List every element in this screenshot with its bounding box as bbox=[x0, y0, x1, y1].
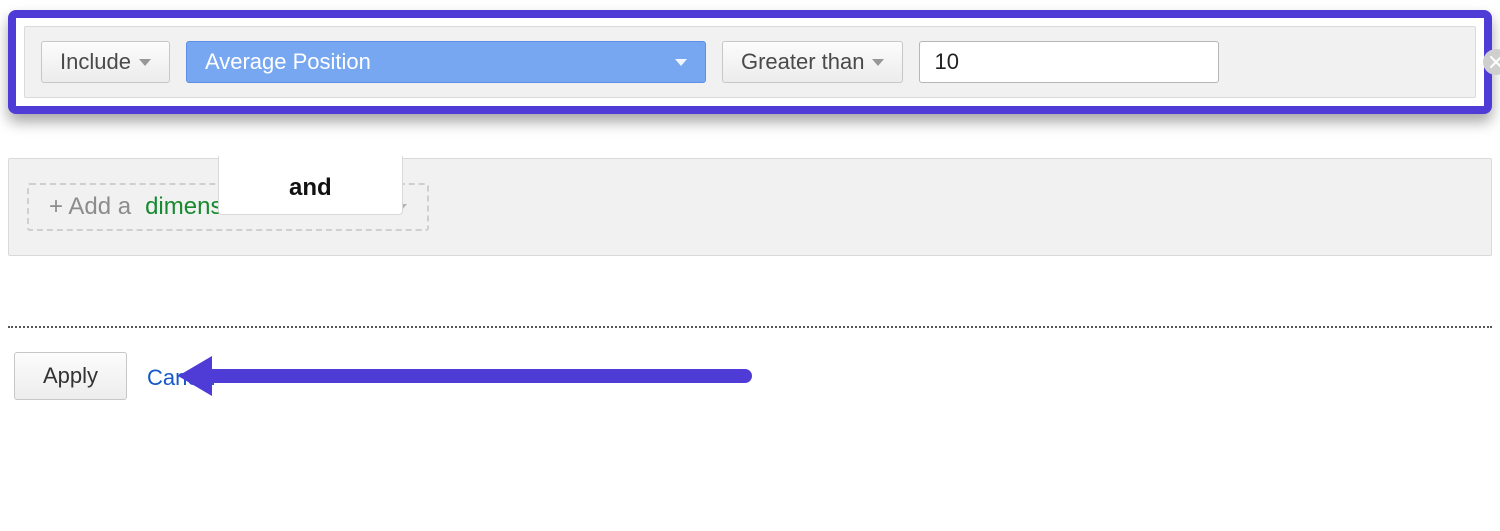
dimension-dropdown[interactable]: Average Position bbox=[186, 41, 706, 83]
dimension-selected-label: Average Position bbox=[205, 49, 371, 75]
arrow-annotation bbox=[178, 356, 752, 396]
filter-row: Include Average Position Greater than bbox=[24, 26, 1476, 98]
apply-label: Apply bbox=[43, 363, 98, 388]
comparator-dropdown[interactable]: Greater than bbox=[722, 41, 904, 83]
and-label: and bbox=[289, 174, 332, 201]
filter-row-highlight: Include Average Position Greater than bbox=[8, 10, 1492, 114]
include-label: Include bbox=[60, 49, 131, 75]
filter-group-container: and + Add a dimension or metric bbox=[8, 158, 1492, 256]
apply-button[interactable]: Apply bbox=[14, 352, 127, 400]
cancel-label: Cancel bbox=[147, 365, 215, 390]
chevron-down-icon bbox=[872, 59, 884, 66]
footer-actions: Apply Cancel bbox=[8, 352, 1492, 400]
comparator-label: Greater than bbox=[741, 49, 865, 75]
section-divider bbox=[8, 326, 1492, 328]
filter-value-input[interactable] bbox=[919, 41, 1219, 83]
include-dropdown[interactable]: Include bbox=[41, 41, 170, 83]
add-prefix: + Add a bbox=[49, 193, 131, 221]
remove-filter-icon[interactable] bbox=[1483, 49, 1500, 75]
arrow-shaft bbox=[212, 369, 752, 383]
chevron-down-icon bbox=[139, 59, 151, 66]
cancel-link[interactable]: Cancel bbox=[147, 365, 215, 391]
chevron-down-icon bbox=[675, 59, 687, 66]
and-connector-tab: and bbox=[218, 156, 403, 215]
